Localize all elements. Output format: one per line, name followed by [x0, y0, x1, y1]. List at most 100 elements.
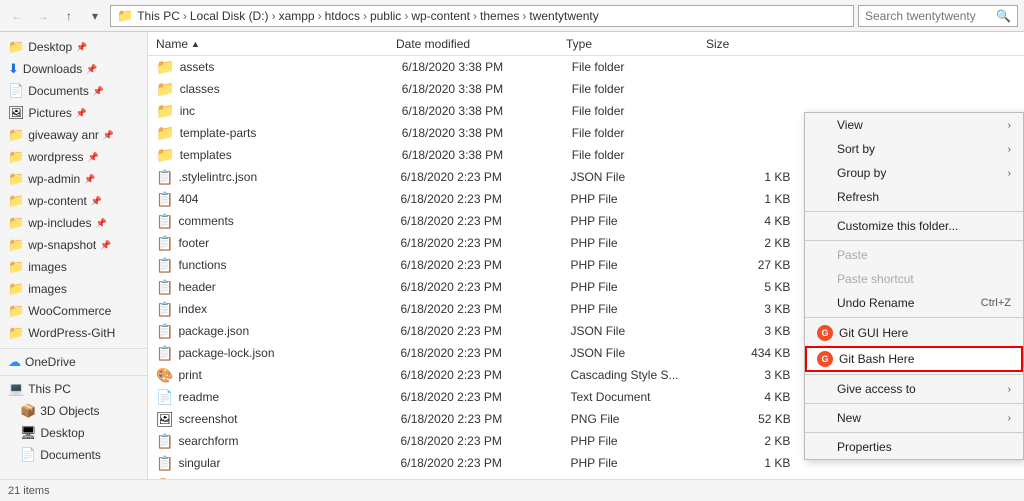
sidebar-item-this-pc[interactable]: 💻 This PC [0, 378, 147, 400]
folder-icon: 📁 [8, 303, 24, 319]
sidebar: 📁 Desktop 📌 ⬇ Downloads 📌 📄 Documents 📌 … [0, 32, 148, 479]
pin-icon: 📌 [96, 218, 107, 229]
folder-icon: 📁 [8, 171, 24, 187]
search-input[interactable] [865, 9, 992, 23]
sidebar-item-downloads[interactable]: ⬇ Downloads 📌 [0, 58, 147, 80]
col-size-header[interactable]: Size [706, 37, 786, 51]
context-menu-item-sort-by[interactable]: Sort by › [805, 137, 1023, 161]
file-icon: 🖼 [156, 411, 174, 428]
context-menu-item-give-access[interactable]: Give access to › [805, 377, 1023, 401]
column-headers: Name ▲ Date modified Type Size [148, 32, 1024, 56]
file-icon: 🎨 [156, 367, 173, 384]
sidebar-item-documents[interactable]: 📄 Documents 📌 [0, 80, 147, 102]
up-button[interactable]: ↑ [58, 5, 80, 27]
git-icon: G [817, 351, 833, 367]
col-name-header[interactable]: Name ▲ [156, 37, 396, 51]
file-name: comments [178, 214, 400, 228]
sidebar-item-desktop2[interactable]: 🖥 Desktop [0, 422, 147, 444]
file-date: 6/18/2020 2:23 PM [400, 434, 570, 448]
file-date: 6/18/2020 2:23 PM [400, 236, 570, 250]
file-date: 6/18/2020 3:38 PM [402, 82, 572, 96]
sidebar-item-giveaway[interactable]: 📁 giveaway anr 📌 [0, 124, 147, 146]
file-size: 2 KB [710, 434, 790, 448]
sidebar-item-wp-snapshot[interactable]: 📁 wp-snapshot 📌 [0, 234, 147, 256]
file-type: JSON File [570, 170, 710, 184]
context-menu-item-git-gui[interactable]: GGit GUI Here [805, 320, 1023, 346]
pc-icon: 💻 [8, 381, 24, 397]
file-row[interactable]: 🎨 style 6/18/2020 2:23 PM Cascading Styl… [148, 474, 1024, 479]
context-menu: View › Sort by › Group by › Refresh Cust… [804, 112, 1024, 460]
context-menu-item-undo-rename[interactable]: Undo Rename Ctrl+Z [805, 291, 1023, 315]
submenu-arrow-icon: › [1008, 168, 1011, 179]
context-menu-item-git-bash[interactable]: GGit Bash Here [805, 346, 1023, 372]
sidebar-item-onedrive[interactable]: ☁ OneDrive [0, 351, 147, 373]
sidebar-item-wordpress[interactable]: 📁 wordpress 📌 [0, 146, 147, 168]
file-row[interactable]: 📁 classes 6/18/2020 3:38 PM File folder [148, 78, 1024, 100]
file-icon: 📋 [156, 279, 173, 296]
recent-button[interactable]: ▾ [84, 5, 106, 27]
context-menu-item-group-by[interactable]: Group by › [805, 161, 1023, 185]
sidebar-item-woocommerce[interactable]: 📁 WooCommerce [0, 300, 147, 322]
breadcrumb: This PC › Local Disk (D:) › xampp › htdo… [137, 9, 599, 23]
sidebar-item-wp-includes[interactable]: 📁 wp-includes 📌 [0, 212, 147, 234]
col-date-header[interactable]: Date modified [396, 37, 566, 51]
file-name: classes [180, 82, 402, 96]
pin-icon: 📌 [88, 152, 99, 163]
file-icon: 📋 [156, 323, 173, 340]
folder-icon: 📁 [8, 39, 24, 55]
col-type-header[interactable]: Type [566, 37, 706, 51]
file-size: 434 KB [710, 346, 790, 360]
file-icon: 📄 [156, 389, 173, 406]
context-menu-separator [805, 403, 1023, 404]
sidebar-item-pictures[interactable]: 🖼 Pictures 📌 [0, 102, 147, 124]
main-area: 📁 Desktop 📌 ⬇ Downloads 📌 📄 Documents 📌 … [0, 32, 1024, 479]
file-type: PHP File [570, 434, 710, 448]
file-name: template-parts [180, 126, 402, 140]
documents-icon: 📄 [8, 83, 24, 99]
file-size: 52 KB [711, 412, 791, 426]
file-date: 6/18/2020 2:23 PM [400, 170, 570, 184]
context-menu-item-view[interactable]: View › [805, 113, 1023, 137]
back-button[interactable]: ← [6, 5, 28, 27]
status-bar: 21 items [0, 479, 1024, 501]
file-date: 6/18/2020 2:23 PM [400, 346, 570, 360]
file-icon: 📋 [156, 455, 173, 472]
file-row[interactable]: 📁 assets 6/18/2020 3:38 PM File folder [148, 56, 1024, 78]
context-menu-item-refresh[interactable]: Refresh [805, 185, 1023, 209]
address-bar[interactable]: 📁 This PC › Local Disk (D:) › xampp › ht… [110, 5, 854, 27]
sidebar-item-documents2[interactable]: 📄 Documents [0, 444, 147, 466]
file-size: 1 KB [710, 192, 790, 206]
file-date: 6/18/2020 3:38 PM [402, 126, 572, 140]
sidebar-item-images1[interactable]: 📁 images [0, 256, 147, 278]
sidebar-item-desktop[interactable]: 📁 Desktop 📌 [0, 36, 147, 58]
file-date: 6/18/2020 2:23 PM [401, 412, 571, 426]
context-menu-item-properties[interactable]: Properties [805, 435, 1023, 459]
sidebar-item-wp-content[interactable]: 📁 wp-content 📌 [0, 190, 147, 212]
context-menu-label: Sort by [837, 142, 875, 156]
file-type: File folder [572, 148, 712, 162]
desktop-icon: 🖥 [20, 425, 37, 441]
search-bar[interactable]: 🔍 [858, 5, 1018, 27]
forward-button[interactable]: → [32, 5, 54, 27]
file-name: inc [180, 104, 402, 118]
file-type: File folder [572, 126, 712, 140]
file-name: searchform [178, 434, 400, 448]
file-size: 2 KB [710, 236, 790, 250]
file-icon: 📋 [156, 235, 173, 252]
file-type: File folder [572, 60, 712, 74]
sidebar-item-wordpress-git[interactable]: 📁 WordPress-GitH [0, 322, 147, 344]
context-menu-item-customize[interactable]: Customize this folder... [805, 214, 1023, 238]
submenu-arrow-icon: › [1008, 120, 1011, 131]
file-type: JSON File [570, 346, 710, 360]
file-icon: 📁 [156, 146, 175, 164]
file-date: 6/18/2020 2:23 PM [400, 478, 570, 479]
sidebar-item-images2[interactable]: 📁 images [0, 278, 147, 300]
file-name: assets [180, 60, 402, 74]
file-date: 6/18/2020 2:23 PM [400, 390, 570, 404]
sidebar-item-3d-objects[interactable]: 📦 3D Objects [0, 400, 147, 422]
file-name: readme [178, 390, 400, 404]
context-menu-item-new[interactable]: New › [805, 406, 1023, 430]
documents-icon: 📄 [20, 447, 36, 463]
file-icon: 📋 [156, 169, 173, 186]
sidebar-item-wp-admin[interactable]: 📁 wp-admin 📌 [0, 168, 147, 190]
